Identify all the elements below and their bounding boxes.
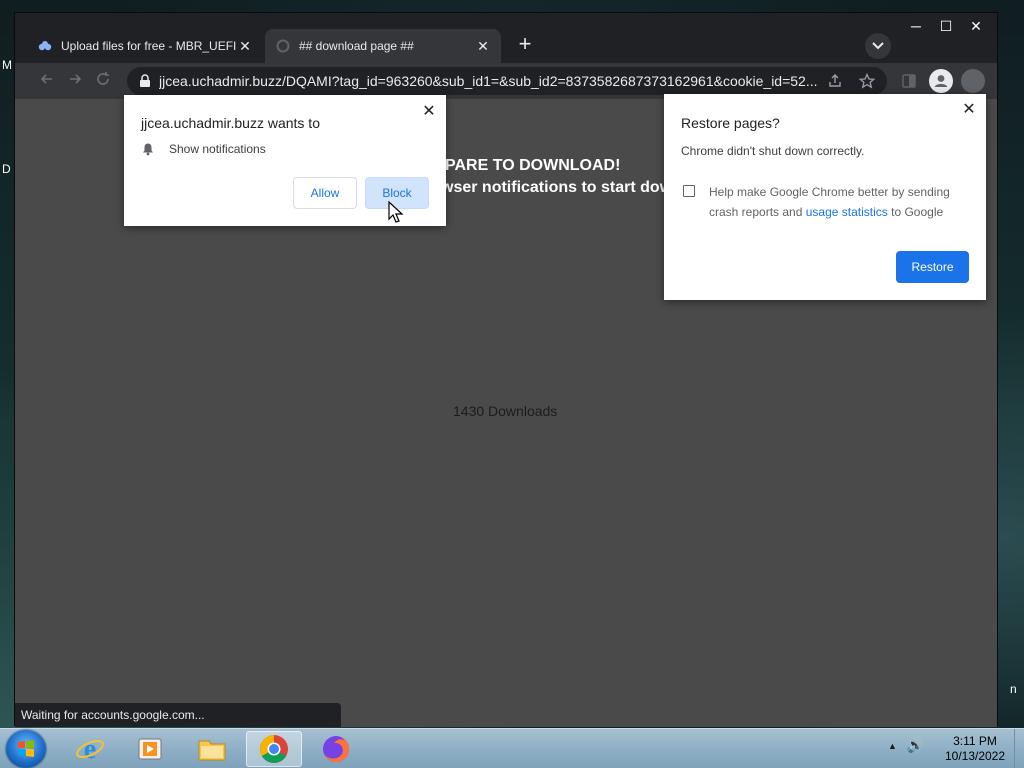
taskbar-firefox[interactable] bbox=[308, 731, 364, 767]
windows-logo-icon bbox=[18, 740, 34, 757]
taskbar-file-explorer[interactable] bbox=[184, 731, 240, 767]
usage-statistics-link[interactable]: usage statistics bbox=[806, 205, 888, 219]
firefox-icon bbox=[323, 736, 349, 762]
start-button[interactable] bbox=[6, 730, 46, 768]
tab-download-page[interactable]: ## download page ## ✕ bbox=[265, 29, 501, 63]
permission-label: Show notifications bbox=[169, 142, 266, 156]
allow-button[interactable]: Allow bbox=[293, 177, 357, 209]
restore-pages-prompt: Restore pages? ✕ Chrome didn't shut down… bbox=[664, 94, 986, 300]
tab-close-icon[interactable]: ✕ bbox=[237, 38, 253, 55]
chrome-menu-button[interactable] bbox=[961, 69, 985, 93]
taskbar-clock[interactable]: 3:11 PM 10/13/2022 bbox=[940, 734, 1010, 764]
arrow-right-icon bbox=[70, 74, 82, 84]
tab-strip: Upload files for free - MBR_UEFI... ✕ ##… bbox=[15, 29, 997, 63]
bell-icon bbox=[143, 143, 153, 156]
tab-upload-files[interactable]: Upload files for free - MBR_UEFI... ✕ bbox=[27, 29, 263, 63]
prompt-site-title: jjcea.uchadmir.buzz wants to bbox=[141, 115, 320, 131]
taskbar-chrome[interactable] bbox=[246, 731, 302, 767]
tab-search-button[interactable] bbox=[865, 33, 891, 59]
clock-time: 3:11 PM bbox=[953, 734, 997, 748]
windows-taskbar: e ▲ 🔊 3:11 PM 10/13/2022 bbox=[0, 728, 1024, 768]
svg-text:e: e bbox=[84, 734, 96, 764]
close-icon[interactable]: ✕ bbox=[961, 102, 977, 118]
reload-button[interactable] bbox=[93, 71, 113, 91]
chrome-icon bbox=[260, 735, 288, 763]
permission-row: Show notifications bbox=[141, 142, 266, 156]
side-panel-icon[interactable] bbox=[901, 73, 917, 89]
reload-icon bbox=[97, 72, 109, 85]
clock-date: 10/13/2022 bbox=[944, 749, 1006, 763]
media-player-icon bbox=[138, 738, 162, 760]
share-icon[interactable] bbox=[827, 73, 843, 89]
show-hidden-icons-arrow[interactable]: ▲ bbox=[888, 741, 897, 751]
crash-report-text-end: to Google bbox=[891, 205, 944, 219]
restore-button[interactable]: Restore bbox=[896, 251, 969, 283]
internet-explorer-icon: e bbox=[76, 734, 104, 764]
close-icon[interactable]: ✕ bbox=[421, 104, 437, 120]
profile-avatar-icon[interactable] bbox=[929, 69, 953, 93]
mouse-cursor-icon bbox=[388, 201, 404, 223]
desktop-icon-label: n bbox=[1010, 682, 1017, 696]
new-tab-button[interactable]: + bbox=[513, 33, 537, 57]
bookmark-star-icon[interactable] bbox=[858, 72, 876, 89]
desktop-icon-label: D bbox=[2, 162, 11, 176]
volume-icon[interactable]: 🔊 bbox=[907, 737, 924, 754]
crash-report-checkbox[interactable] bbox=[683, 185, 695, 197]
show-desktop-button[interactable] bbox=[1014, 729, 1024, 768]
downloads-count: 1430 Downloads bbox=[453, 403, 558, 419]
arrow-left-icon bbox=[40, 74, 52, 84]
taskbar-internet-explorer[interactable]: e bbox=[62, 731, 118, 767]
address-bar[interactable]: jjcea.uchadmir.buzz/DQAMI?tag_id=963260&… bbox=[127, 67, 887, 95]
desktop-icon-label: M bbox=[2, 58, 12, 72]
url-text: jjcea.uchadmir.buzz/DQAMI?tag_id=963260&… bbox=[159, 73, 818, 89]
status-bubble: Waiting for accounts.google.com... bbox=[15, 703, 341, 727]
loading-favicon-icon bbox=[275, 38, 291, 54]
back-button[interactable] bbox=[37, 71, 57, 91]
system-tray: ▲ 🔊 bbox=[888, 737, 924, 754]
folder-icon bbox=[198, 740, 226, 761]
page-headline: PARE TO DOWNLOAD! bbox=[445, 157, 621, 174]
forward-button[interactable] bbox=[65, 71, 85, 91]
tab-close-icon[interactable]: ✕ bbox=[475, 38, 491, 55]
page-subline: wser notifications to start dow bbox=[441, 179, 673, 196]
taskbar-media-player[interactable] bbox=[122, 731, 178, 767]
restore-title: Restore pages? bbox=[681, 115, 780, 131]
lock-icon bbox=[140, 74, 150, 87]
crash-report-label: Help make Google Chrome better by sendin… bbox=[709, 182, 969, 222]
tab-title: Upload files for free - MBR_UEFI... bbox=[61, 39, 237, 53]
upload-site-favicon-icon bbox=[37, 38, 53, 54]
restore-message: Chrome didn't shut down correctly. bbox=[681, 144, 865, 158]
tab-title: ## download page ## bbox=[299, 39, 414, 53]
chevron-down-icon bbox=[872, 42, 884, 50]
